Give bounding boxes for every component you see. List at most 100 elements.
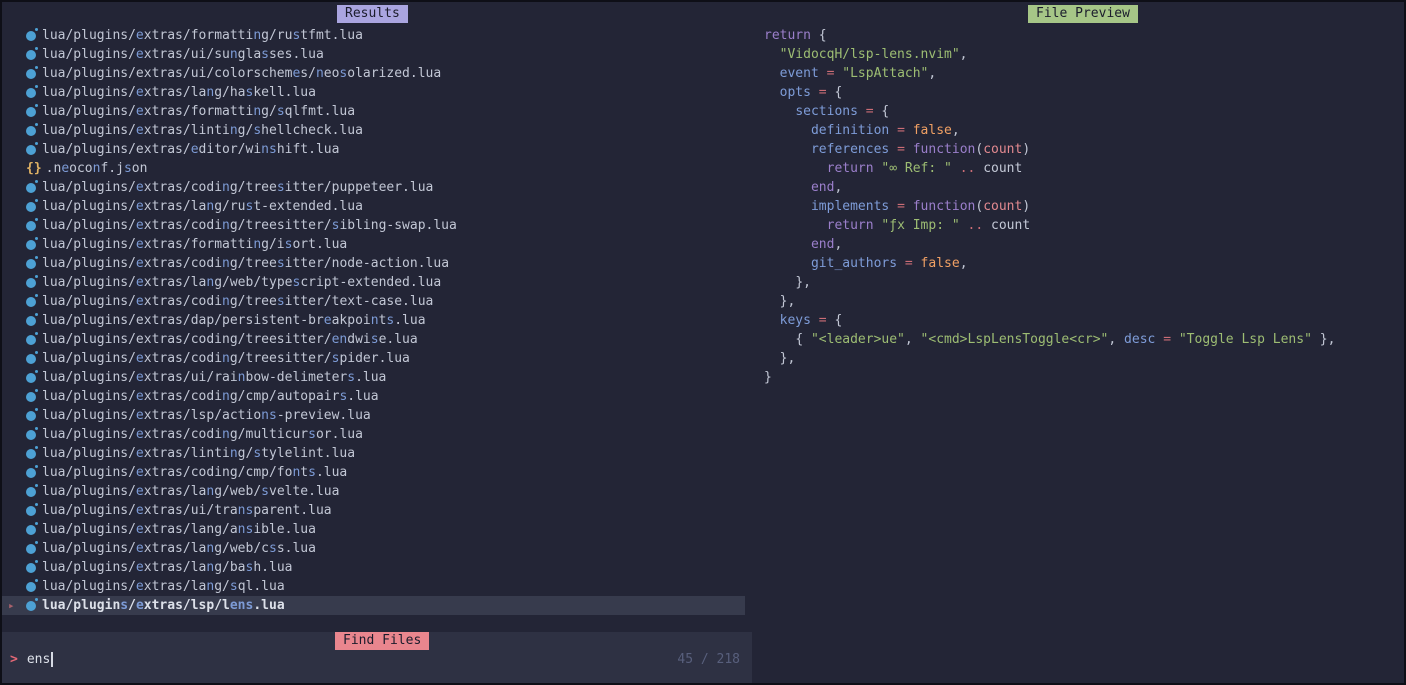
file-path: lua/plugins/extras/coding/treesitter/spi… <box>42 351 410 366</box>
results-pane-title: Results <box>337 5 408 23</box>
file-path: lua/plugins/extras/coding/treesitter/nod… <box>42 256 449 271</box>
lua-file-icon <box>26 544 36 554</box>
lua-file-icon <box>26 468 36 478</box>
file-path: lua/plugins/extras/lsp/actions-preview.l… <box>42 408 371 423</box>
code-line: return { <box>764 26 1335 45</box>
result-item[interactable]: lua/plugins/extras/ui/rainbow-delimeters… <box>2 368 752 387</box>
result-item[interactable]: lua/plugins/extras/lang/web/typescript-e… <box>2 273 752 292</box>
file-path: lua/plugins/extras/ui/transparent.lua <box>42 503 332 518</box>
file-path: lua/plugins/extras/lang/web/css.lua <box>42 541 316 556</box>
result-item[interactable]: lua/plugins/extras/lang/haskell.lua <box>2 83 752 102</box>
code-line: }, <box>764 349 1335 368</box>
result-item[interactable]: {} .neoconf.json <box>2 159 752 178</box>
result-item[interactable]: lua/plugins/extras/lang/web/svelte.lua <box>2 482 752 501</box>
lua-file-icon <box>26 50 36 60</box>
lua-file-icon <box>26 202 36 212</box>
result-item[interactable]: lua/plugins/extras/lsp/actions-preview.l… <box>2 406 752 425</box>
lua-file-icon <box>26 582 36 592</box>
result-item[interactable]: lua/plugins/extras/coding/treesitter/tex… <box>2 292 752 311</box>
lua-file-icon <box>26 297 36 307</box>
lua-file-icon <box>26 354 36 364</box>
file-path: lua/plugins/extras/lang/haskell.lua <box>42 85 316 100</box>
lua-file-icon <box>26 411 36 421</box>
code-line: definition = false, <box>764 121 1335 140</box>
file-path: lua/plugins/extras/coding/cmp/autopairs.… <box>42 389 379 404</box>
file-path: lua/plugins/extras/linting/stylelint.lua <box>42 446 355 461</box>
lua-file-icon <box>26 316 36 326</box>
code-line: references = function(count) <box>764 140 1335 159</box>
prompt-input[interactable]: > ens <box>10 650 53 669</box>
lua-file-icon <box>26 145 36 155</box>
preview-code: return { "VidocqH/lsp-lens.nvim", event … <box>764 26 1335 387</box>
code-line: end, <box>764 235 1335 254</box>
result-item[interactable]: lua/plugins/extras/coding/treesitter/sib… <box>2 216 752 235</box>
result-item[interactable]: lua/plugins/extras/coding/cmp/autopairs.… <box>2 387 752 406</box>
result-item[interactable]: lua/plugins/extras/editor/winshift.lua <box>2 140 752 159</box>
code-line: return "∞ Ref: " .. count <box>764 159 1335 178</box>
file-path: lua/plugins/extras/linting/shellcheck.lu… <box>42 123 363 138</box>
text-cursor <box>51 652 53 667</box>
result-item[interactable]: lua/plugins/extras/lang/rust-extended.lu… <box>2 197 752 216</box>
result-item[interactable]: lua/plugins/extras/ui/sunglasses.lua <box>2 45 752 64</box>
lua-file-icon <box>26 88 36 98</box>
file-path: lua/plugins/extras/lang/rust-extended.lu… <box>42 199 363 214</box>
result-item[interactable]: lua/plugins/extras/formatting/isort.lua <box>2 235 752 254</box>
code-line: sections = { <box>764 102 1335 121</box>
lua-file-icon <box>26 449 36 459</box>
lua-file-icon <box>26 335 36 345</box>
file-path: lua/plugins/extras/coding/treesitter/end… <box>42 332 418 347</box>
lua-file-icon <box>26 601 36 611</box>
code-line: return "ƒx Imp: " .. count <box>764 216 1335 235</box>
file-path: lua/plugins/extras/ui/rainbow-delimeters… <box>42 370 386 385</box>
result-item[interactable]: lua/plugins/extras/linting/stylelint.lua <box>2 444 752 463</box>
result-item[interactable]: lua/plugins/extras/coding/cmp/fonts.lua <box>2 463 752 482</box>
result-item[interactable]: lua/plugins/extras/coding/treesitter/nod… <box>2 254 752 273</box>
file-path: lua/plugins/extras/dap/persistent-breakp… <box>42 313 426 328</box>
result-item[interactable]: lua/plugins/extras/coding/treesitter/pup… <box>2 178 752 197</box>
result-item[interactable]: lua/plugins/extras/lang/sql.lua <box>2 577 752 596</box>
file-path: lua/plugins/extras/editor/winshift.lua <box>42 142 339 157</box>
code-line: keys = { <box>764 311 1335 330</box>
code-line: git_authors = false, <box>764 254 1335 273</box>
selection-arrow-icon: ▸ <box>8 599 15 612</box>
result-item[interactable]: lua/plugins/extras/ui/colorschemes/neoso… <box>2 64 752 83</box>
lua-file-icon <box>26 392 36 402</box>
prompt-query-text: ens <box>27 652 50 667</box>
lua-file-icon <box>26 259 36 269</box>
file-path: lua/plugins/extras/lang/ansible.lua <box>42 522 316 537</box>
result-item[interactable]: lua/plugins/extras/coding/multicursor.lu… <box>2 425 752 444</box>
result-item[interactable]: lua/plugins/extras/lang/web/css.lua <box>2 539 752 558</box>
file-path: lua/plugins/extras/coding/treesitter/sib… <box>42 218 457 233</box>
result-item[interactable]: lua/plugins/extras/formatting/sqlfmt.lua <box>2 102 752 121</box>
file-path: lua/plugins/extras/formatting/sqlfmt.lua <box>42 104 355 119</box>
result-item[interactable]: ▸ lua/plugins/extras/lsp/lens.lua <box>2 596 745 615</box>
lua-file-icon <box>26 563 36 573</box>
result-item[interactable]: lua/plugins/extras/coding/treesitter/end… <box>2 330 752 349</box>
json-file-icon: {} <box>26 161 42 176</box>
lua-file-icon <box>26 31 36 41</box>
file-path: lua/plugins/extras/formatting/rustfmt.lu… <box>42 28 363 43</box>
file-path: lua/plugins/extras/lang/bash.lua <box>42 560 292 575</box>
code-line: end, <box>764 178 1335 197</box>
result-item[interactable]: lua/plugins/extras/formatting/rustfmt.lu… <box>2 26 752 45</box>
file-path: lua/plugins/extras/coding/treesitter/tex… <box>42 294 433 309</box>
result-item[interactable]: lua/plugins/extras/lang/bash.lua <box>2 558 752 577</box>
file-path: lua/plugins/extras/ui/colorschemes/neoso… <box>42 66 441 81</box>
file-path: lua/plugins/extras/formatting/isort.lua <box>42 237 347 252</box>
code-line: }, <box>764 273 1335 292</box>
telescope-finder-window: Results File Preview lua/plugins/extras/… <box>0 0 1406 685</box>
file-path: .neoconf.json <box>46 161 148 176</box>
file-path: lua/plugins/extras/lsp/lens.lua <box>42 598 285 613</box>
code-line: implements = function(count) <box>764 197 1335 216</box>
result-item[interactable]: lua/plugins/extras/lang/ansible.lua <box>2 520 752 539</box>
result-item[interactable]: lua/plugins/extras/ui/transparent.lua <box>2 501 752 520</box>
lua-file-icon <box>26 430 36 440</box>
code-line: }, <box>764 292 1335 311</box>
file-preview-pane-title: File Preview <box>1028 5 1138 23</box>
lua-file-icon <box>26 69 36 79</box>
prompt-caret-icon: > <box>10 652 18 667</box>
result-item[interactable]: lua/plugins/extras/dap/persistent-breakp… <box>2 311 752 330</box>
result-item[interactable]: lua/plugins/extras/linting/shellcheck.lu… <box>2 121 752 140</box>
result-item[interactable]: lua/plugins/extras/coding/treesitter/spi… <box>2 349 752 368</box>
code-line: event = "LspAttach", <box>764 64 1335 83</box>
